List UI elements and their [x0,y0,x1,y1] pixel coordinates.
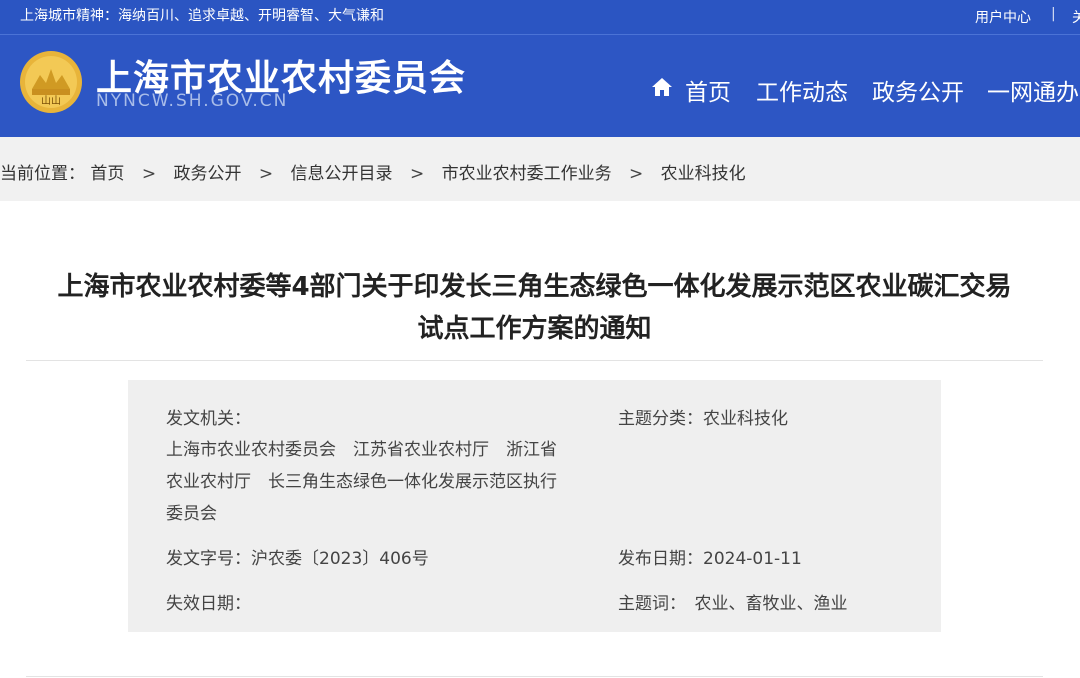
breadcrumb-item-gov-affairs[interactable]: 政务公开 [173,164,241,184]
breadcrumb-separator: > [409,164,425,184]
city-motto: 上海城市精神：海纳百川、追求卓越、开明睿智、大气谦和 [20,8,384,24]
bottom-divider [26,676,1043,677]
document-metadata-box: 发文机关： 上海市农业农村委员会 江苏省农业农村厅 浙江省 农业农村厅 长三角生… [128,380,941,632]
breadcrumb-prefix: 当前位置： [0,164,85,184]
nav-item-home[interactable]: 首页 [685,73,731,107]
subject-keywords: 主题词： 农业、畜牧业、渔业 [618,594,848,614]
breadcrumb-item-agri-tech[interactable]: 农业科技化 [661,164,746,184]
government-emblem-logo[interactable]: 山山 [18,49,84,115]
issuer-line: 上海市农业农村委员会 江苏省农业农村厅 浙江省 [166,440,557,460]
breadcrumb-item-info-catalog[interactable]: 信息公开目录 [291,164,393,184]
breadcrumb-separator: > [258,164,274,184]
breadcrumb: 当前位置： 首页 > 政务公开 > 信息公开目录 > 市农业农村委工作业务 > … [0,159,746,184]
issuer-label: 发文机关： [166,409,251,429]
article-title: 上海市农业农村委等4部门关于印发长三角生态绿色一体化发展示范区农业碳汇交易 试点… [26,266,1043,350]
site-domain: NYNCW.SH.GOV.CN [96,91,289,111]
publish-date: 发布日期：2024-01-11 [618,549,802,569]
title-divider [26,360,1043,361]
breadcrumb-bar: 当前位置： 首页 > 政务公开 > 信息公开目录 > 市农业农村委工作业务 > … [0,137,1080,201]
issuer-line: 委员会 [166,504,217,524]
breadcrumb-item-committee-business[interactable]: 市农业农村委工作业务 [442,164,612,184]
user-center-link[interactable]: 用户中心 [975,7,1031,27]
topbar-separator: | [1051,6,1056,22]
document-number: 发文字号：沪农委〔2023〕406号 [166,549,429,569]
nav-item-work-news[interactable]: 工作动态 [756,73,848,107]
logo-text: 山山 [41,95,61,107]
breadcrumb-item-home[interactable]: 首页 [90,164,124,184]
topic-category: 主题分类：农业科技化 [618,409,788,429]
top-strip: 上海城市精神：海纳百川、追求卓越、开明睿智、大气谦和 用户中心 | 关 [0,0,1080,35]
cut-off-top-link[interactable]: 关 [1072,7,1080,27]
breadcrumb-separator: > [629,164,644,184]
breadcrumb-separator: > [141,164,157,184]
issuer-line: 农业农村厅 长三角生态绿色一体化发展示范区执行 [166,472,557,492]
nav-item-one-stop-service[interactable]: 一网通办 [987,73,1079,107]
expiry-date: 失效日期： [166,594,251,614]
site-header: 山山 上海市农业农村委员会 NYNCW.SH.GOV.CN 首页 工作动态 政务… [0,35,1080,137]
nav-item-gov-affairs[interactable]: 政务公开 [872,73,964,107]
home-icon[interactable] [652,78,672,96]
article-title-line2: 试点工作方案的通知 [417,314,652,344]
article-title-line1: 上海市农业农村委等4部门关于印发长三角生态绿色一体化发展示范区农业碳汇交易 [57,272,1012,302]
